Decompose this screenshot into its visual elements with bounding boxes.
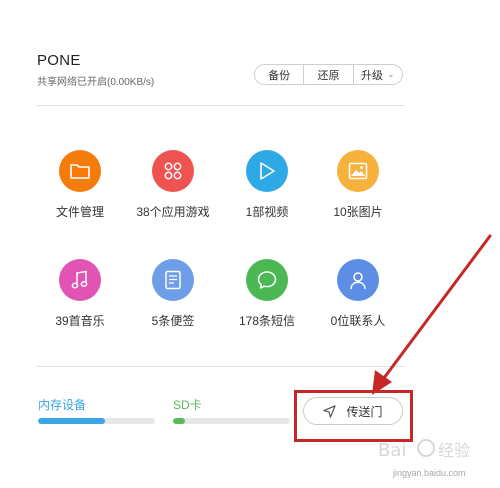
tile-label: 0位联系人 <box>330 314 386 328</box>
tile-apps-games[interactable]: 38个应用游戏 <box>125 150 221 240</box>
tile-label: 10张图片 <box>333 205 383 219</box>
restore-button[interactable]: 还原 <box>304 65 354 84</box>
apps-grid-icon <box>152 150 194 192</box>
tile-sms[interactable]: 178条短信 <box>219 259 315 349</box>
restore-button-label: 还原 <box>317 69 340 82</box>
upgrade-button[interactable]: 升级 ⌄ <box>354 65 402 84</box>
footer-divider <box>36 366 405 367</box>
header-divider <box>36 105 405 106</box>
sd-card-label: SD卡 <box>173 398 202 412</box>
tile-notes[interactable]: 5条便签 <box>125 259 221 349</box>
device-panel: PONE 共享网络已开启(0.00KB/s) 备份 还原 升级 ⌄ 文件管理 38… <box>0 0 500 488</box>
share-status-text: 共享网络已开启(0.00KB/s) <box>37 77 155 88</box>
tile-contacts[interactable]: 0位联系人 <box>310 259 406 349</box>
tile-label: 1部视频 <box>245 205 289 219</box>
tile-music[interactable]: 39首音乐 <box>32 259 128 349</box>
internal-storage-fill <box>38 418 105 424</box>
message-bubble-icon <box>246 259 288 301</box>
folder-icon <box>59 150 101 192</box>
tile-label: 文件管理 <box>55 205 104 219</box>
internal-storage-label: 内存设备 <box>38 398 87 412</box>
svg-text:经验: 经验 <box>438 441 470 460</box>
tile-label: 38个应用游戏 <box>136 205 210 219</box>
tile-file-manager[interactable]: 文件管理 <box>32 150 128 240</box>
sd-card-fill <box>173 418 185 424</box>
upgrade-button-label: 升级 <box>361 69 384 82</box>
sd-card-bar <box>173 418 290 424</box>
backup-button-label: 备份 <box>268 69 291 82</box>
tile-pictures[interactable]: 10张图片 <box>310 150 406 240</box>
note-icon <box>152 259 194 301</box>
action-button-group: 备份 还原 升级 ⌄ <box>254 64 403 85</box>
contact-person-icon <box>337 259 379 301</box>
play-icon <box>246 150 288 192</box>
device-name: PONE <box>37 52 81 69</box>
backup-button[interactable]: 备份 <box>255 65 305 84</box>
tile-label: 5条便签 <box>151 314 195 328</box>
watermark-text: jingyan.baidu.com <box>393 468 466 478</box>
svg-text:Bai: Bai <box>378 440 406 461</box>
internal-storage-bar <box>38 418 155 424</box>
music-note-icon <box>59 259 101 301</box>
picture-icon <box>337 150 379 192</box>
tile-label: 178条短信 <box>238 314 296 328</box>
chevron-down-icon: ⌄ <box>387 69 395 79</box>
tile-videos[interactable]: 1部视频 <box>219 150 315 240</box>
tile-label: 39首音乐 <box>55 314 105 328</box>
